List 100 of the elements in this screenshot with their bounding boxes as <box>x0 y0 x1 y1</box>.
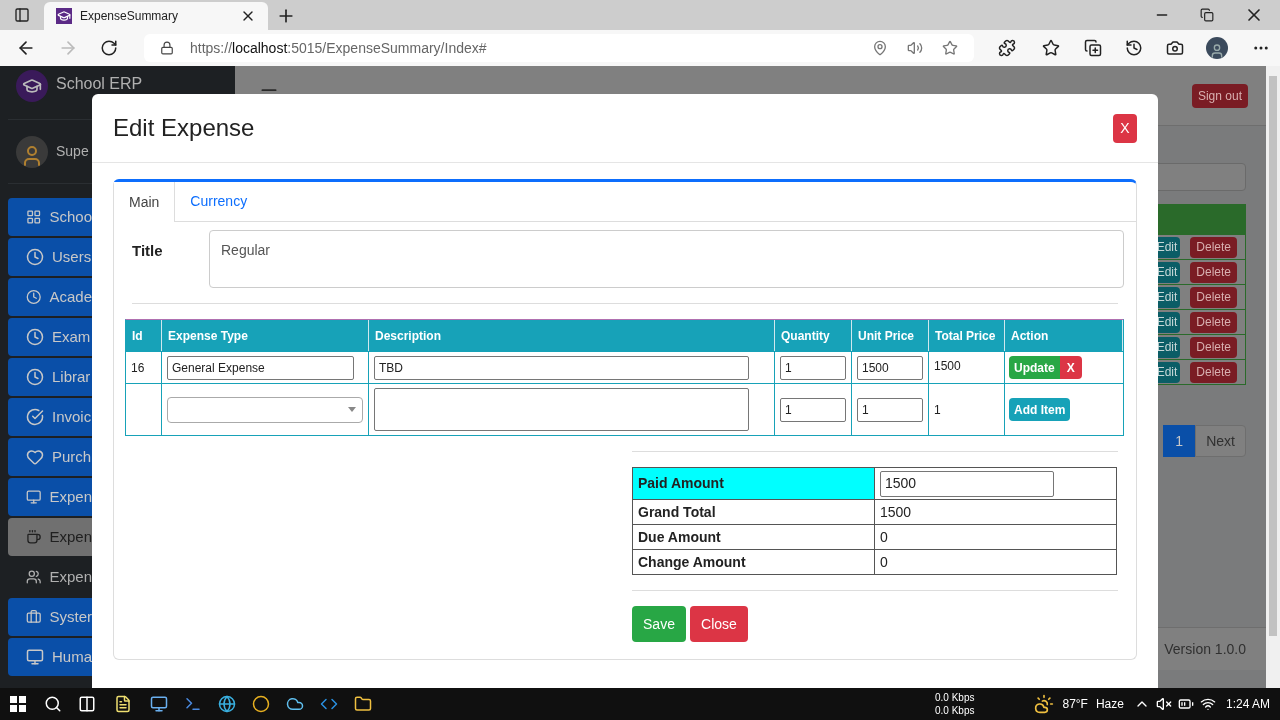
tab[interactable]: Currency <box>175 182 263 221</box>
windows-icon[interactable] <box>10 696 26 712</box>
description-field[interactable]: TBD <box>374 355 749 380</box>
description-field[interactable] <box>374 388 749 431</box>
search-icon[interactable] <box>44 695 62 713</box>
sidebar-item[interactable]: Purch <box>8 438 92 476</box>
version-text: Version 1.0.0 <box>1164 639 1246 659</box>
summary-label: Paid Amount <box>633 468 875 499</box>
save-button[interactable]: Save <box>632 606 686 642</box>
cup-icon <box>26 528 42 546</box>
unit-price-field[interactable]: 1500 <box>857 355 923 380</box>
wifi-icon[interactable] <box>1199 696 1216 712</box>
task-view-icon[interactable] <box>78 695 96 713</box>
column-header: Quantity <box>775 320 852 351</box>
remove-button[interactable]: X <box>1059 356 1082 379</box>
user-avatar <box>16 135 48 168</box>
dismiss-button[interactable]: X <box>1113 113 1137 143</box>
add-item-button[interactable]: Add Item <box>1009 398 1071 421</box>
favorites-icon[interactable] <box>1042 39 1060 57</box>
sidebar-item[interactable]: Expen <box>8 478 92 516</box>
lock-icon <box>160 41 174 55</box>
summary-value: 0 <box>879 527 889 547</box>
update-button[interactable]: Update <box>1009 356 1060 379</box>
column-header: Expense Type <box>162 320 369 351</box>
table-cell: 16 <box>126 351 162 383</box>
monitor-icon <box>26 648 44 666</box>
scrollbar[interactable] <box>1266 66 1280 688</box>
summary-label: Change Amount <box>633 550 875 574</box>
delete-button[interactable]: Delete <box>1190 336 1237 358</box>
circle-icon[interactable] <box>252 695 270 713</box>
star-icon[interactable] <box>942 40 958 56</box>
browser-tab[interactable]: ExpenseSummary <box>44 2 268 30</box>
sidebar-item[interactable]: Huma <box>8 638 92 676</box>
notepad-icon[interactable] <box>114 695 132 713</box>
next-button[interactable]: Next <box>1195 425 1246 457</box>
sidebar-item[interactable]: Syster <box>8 598 92 636</box>
sign-out-button[interactable]: Sign out <box>1191 83 1248 108</box>
clock-icon <box>26 248 44 266</box>
location-icon[interactable] <box>872 40 888 56</box>
clock-icon <box>26 328 44 346</box>
sidebar-item[interactable]: Expen <box>8 558 92 596</box>
sidebar-item[interactable]: Expen <box>8 518 92 556</box>
check-circle-icon <box>26 408 44 426</box>
avatar[interactable] <box>1206 37 1228 59</box>
tab[interactable]: Main <box>114 182 176 222</box>
unit-price-field[interactable]: 1 <box>857 397 923 422</box>
quantity-field[interactable]: 1 <box>780 355 846 380</box>
sidebar-item[interactable]: Users <box>8 238 92 276</box>
summary-label: Due Amount <box>633 525 875 549</box>
delete-button[interactable]: Delete <box>1190 311 1237 333</box>
delete-button[interactable]: Delete <box>1190 286 1237 308</box>
cloud-icon[interactable] <box>286 695 304 713</box>
sidebar-item[interactable]: Acade <box>8 278 92 316</box>
delete-button[interactable]: Delete <box>1190 261 1237 283</box>
download-speed: 0.0 Kbps <box>935 704 975 717</box>
camera-icon[interactable] <box>1166 39 1184 57</box>
delete-button[interactable]: Delete <box>1190 361 1237 383</box>
collections-icon[interactable] <box>1084 39 1102 57</box>
summary-label: Grand Total <box>633 500 875 524</box>
title-field[interactable]: Regular <box>209 230 1124 288</box>
clock-time[interactable]: 1:24 AM <box>1225 695 1270 713</box>
monitor-icon <box>26 488 42 506</box>
expense-type-field[interactable]: General Expense <box>167 355 354 380</box>
close-button[interactable]: Close <box>690 606 748 642</box>
weather-icon[interactable] <box>1034 694 1055 714</box>
address-bar[interactable]: https://localhost:5015/ExpenseSummary/Index# <box>144 34 974 62</box>
terminal-icon[interactable] <box>184 695 202 713</box>
reload-icon[interactable] <box>100 39 118 57</box>
monitor-icon[interactable] <box>150 695 168 713</box>
tab-actions-icon[interactable] <box>14 7 30 23</box>
sidebar-item[interactable]: Invoic <box>8 398 92 436</box>
weather-text: Haze <box>1095 696 1124 713</box>
restore-icon[interactable] <box>1200 8 1214 22</box>
globe-icon[interactable] <box>218 695 236 713</box>
column-header: Unit Price <box>852 320 929 351</box>
muted-speaker-icon[interactable] <box>1155 696 1172 712</box>
paid-amount-field[interactable]: 1500 <box>880 470 1054 497</box>
heart-icon <box>26 448 44 466</box>
brand-name: School ERP <box>56 75 143 93</box>
page-button[interactable]: 1 <box>1163 425 1196 457</box>
sidebar-item[interactable]: Exam <box>8 318 92 356</box>
puzzle-icon[interactable] <box>998 39 1016 57</box>
summary-value: 0 <box>879 552 889 572</box>
folder-icon[interactable] <box>354 695 372 713</box>
history-icon[interactable] <box>1125 39 1143 57</box>
delete-button[interactable]: Delete <box>1190 236 1237 258</box>
battery-icon[interactable] <box>1177 696 1194 712</box>
speaker-icon[interactable] <box>907 40 923 56</box>
table-cell: 1500 <box>929 351 1005 383</box>
temperature: 87°F <box>1062 696 1088 713</box>
quantity-field[interactable]: 1 <box>780 397 846 422</box>
sidebar-item[interactable]: Librar <box>8 358 92 396</box>
column-header: Description <box>369 320 775 351</box>
sidebar-item[interactable]: Schoo <box>8 198 92 236</box>
summary-value: 1500 <box>879 502 913 522</box>
column-header: Action <box>1005 320 1123 351</box>
logo-icon <box>16 70 48 102</box>
briefcase-icon <box>26 608 42 626</box>
url-text: https://localhost:5015/ExpenseSummary/Index# <box>190 38 488 58</box>
clock-icon <box>26 288 42 306</box>
